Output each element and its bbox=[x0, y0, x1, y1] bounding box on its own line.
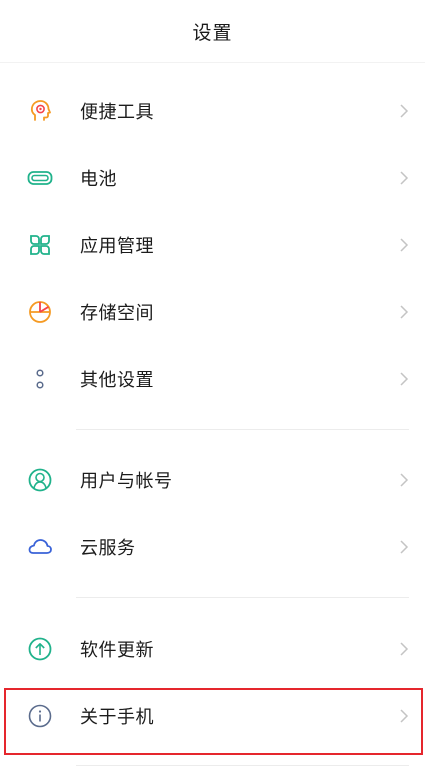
settings-item-about-phone[interactable]: 关于手机 bbox=[0, 688, 425, 744]
chevron-right-icon bbox=[400, 305, 409, 319]
settings-item-other-settings[interactable]: 其他设置 bbox=[0, 351, 425, 407]
settings-item-software-update[interactable]: 软件更新 bbox=[0, 621, 425, 677]
settings-item-label: 软件更新 bbox=[80, 640, 154, 661]
settings-item-storage[interactable]: 存储空间 bbox=[0, 284, 425, 340]
chevron-right-icon bbox=[400, 104, 409, 118]
page-title: 设置 bbox=[192, 21, 233, 44]
battery-icon bbox=[27, 165, 53, 191]
settings-item-label: 应用管理 bbox=[80, 236, 154, 257]
settings-item-label: 云服务 bbox=[80, 538, 136, 559]
chevron-right-icon bbox=[400, 171, 409, 185]
settings-item-label: 便捷工具 bbox=[80, 102, 154, 123]
settings-item-label: 用户与帐号 bbox=[80, 471, 173, 492]
more-dots-icon bbox=[27, 366, 53, 392]
chevron-right-icon bbox=[400, 372, 409, 386]
settings-item-cloud-service[interactable]: 云服务 bbox=[0, 519, 425, 575]
settings-item-shortcut-tools[interactable]: 便捷工具 bbox=[0, 83, 425, 139]
settings-item-label: 电池 bbox=[80, 169, 117, 190]
chevron-right-icon bbox=[400, 473, 409, 487]
settings-item-label: 其他设置 bbox=[80, 370, 154, 391]
settings-item-battery[interactable]: 电池 bbox=[0, 150, 425, 206]
settings-screen: 设置 便捷工具 电池 应用管理 存储空间 其他设置 用户与帐号 云服务 软件更新… bbox=[0, 0, 425, 783]
settings-item-label: 存储空间 bbox=[80, 303, 154, 324]
section-divider bbox=[76, 765, 409, 766]
info-icon bbox=[27, 703, 53, 729]
settings-item-app-management[interactable]: 应用管理 bbox=[0, 217, 425, 273]
title-bar: 设置 bbox=[0, 0, 425, 63]
chevron-right-icon bbox=[400, 540, 409, 554]
chevron-right-icon bbox=[400, 709, 409, 723]
head-tools-icon bbox=[27, 98, 53, 124]
app-grid-icon bbox=[27, 232, 53, 258]
update-arrow-icon bbox=[27, 636, 53, 662]
section-divider bbox=[76, 429, 409, 430]
chevron-right-icon bbox=[400, 238, 409, 252]
section-divider bbox=[76, 597, 409, 598]
user-account-icon bbox=[27, 467, 53, 493]
chevron-right-icon bbox=[400, 642, 409, 656]
settings-item-label: 关于手机 bbox=[80, 707, 154, 728]
storage-pie-icon bbox=[27, 299, 53, 325]
settings-item-user-accounts[interactable]: 用户与帐号 bbox=[0, 452, 425, 508]
cloud-icon bbox=[27, 534, 53, 560]
